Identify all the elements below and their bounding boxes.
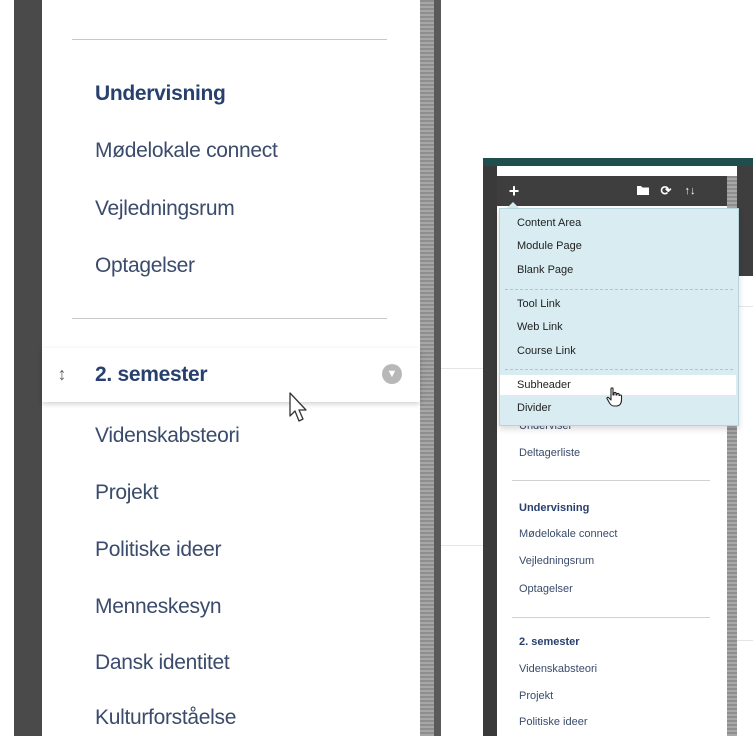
background-line <box>737 306 753 307</box>
menu-subheader-undervisning[interactable]: Undervisning <box>519 502 589 514</box>
menu-divider <box>512 480 710 481</box>
content-header <box>737 166 753 276</box>
menu-item-videnskabsteori[interactable]: Videnskabsteori <box>519 663 597 675</box>
dropdown-item-tool-link[interactable]: Tool Link <box>517 298 560 310</box>
menu-item-projekt[interactable]: Projekt <box>519 690 553 702</box>
menu-item-menneskesyn[interactable]: Menneskesyn <box>95 595 222 619</box>
dropdown-separator <box>505 369 733 370</box>
background-line <box>737 640 753 641</box>
dropdown-separator <box>505 289 733 290</box>
menu-item-politiske-ideer[interactable]: Politiske ideer <box>519 716 587 728</box>
right-course-frame <box>483 166 497 736</box>
menu-divider <box>512 617 710 618</box>
sort-icon[interactable]: ↑↓ <box>680 180 700 202</box>
refresh-icon[interactable]: ⟳ <box>657 180 675 202</box>
dropdown-item-blank-page[interactable]: Blank Page <box>517 264 573 276</box>
left-frame-edge <box>434 0 441 736</box>
course-top-bar <box>483 158 753 166</box>
menu-item-undervisning[interactable]: Undervisning <box>95 82 226 106</box>
add-menu-item-button[interactable]: + <box>501 180 527 202</box>
menu-item-kulturforstaelse[interactable]: Kulturforståelse <box>95 706 236 730</box>
menu-scrollbar[interactable] <box>420 0 434 736</box>
left-course-frame <box>14 0 42 736</box>
background-line <box>441 368 483 369</box>
folder-icon[interactable] <box>636 184 650 196</box>
menu-item-deltagerliste[interactable]: Deltagerliste <box>519 447 580 459</box>
menu-item-modelokale-connect[interactable]: Mødelokale connect <box>95 139 278 163</box>
hand-pointer-cursor-icon <box>606 387 623 407</box>
dropdown-item-content-area[interactable]: Content Area <box>517 217 581 229</box>
menu-item-projekt[interactable]: Projekt <box>95 481 159 505</box>
dropdown-item-module-page[interactable]: Module Page <box>517 240 582 252</box>
menu-item-videnskabsteori[interactable]: Videnskabsteori <box>95 424 240 448</box>
dropdown-item-web-link[interactable]: Web Link <box>517 321 563 333</box>
menu-item-modelokale-connect[interactable]: Mødelokale connect <box>519 528 617 540</box>
menu-item-politiske-ideer[interactable]: Politiske ideer <box>95 538 222 562</box>
background-line <box>441 545 483 546</box>
menu-divider <box>72 39 387 40</box>
menu-toolbar <box>497 176 737 206</box>
menu-subheader-2-semester[interactable]: 2. semester <box>519 636 580 648</box>
drag-handle-icon[interactable]: ↕ <box>56 361 68 387</box>
menu-item-optagelser[interactable]: Optagelser <box>519 583 573 595</box>
menu-item-vejledningsrum[interactable]: Vejledningsrum <box>519 555 594 567</box>
menu-subheader-2-semester[interactable]: 2. semester <box>95 363 208 387</box>
menu-item-dansk-identitet[interactable]: Dansk identitet <box>95 651 230 675</box>
menu-divider <box>72 318 387 319</box>
arrow-cursor-icon <box>289 392 307 422</box>
chevron-down-icon[interactable]: ▼ <box>382 364 402 384</box>
dropdown-item-subheader[interactable]: Subheader <box>517 379 571 391</box>
dropdown-item-divider[interactable]: Divider <box>517 402 551 414</box>
menu-item-vejledningsrum[interactable]: Vejledningsrum <box>95 197 235 221</box>
dropdown-item-course-link[interactable]: Course Link <box>517 345 576 357</box>
menu-item-optagelser[interactable]: Optagelser <box>95 254 195 278</box>
